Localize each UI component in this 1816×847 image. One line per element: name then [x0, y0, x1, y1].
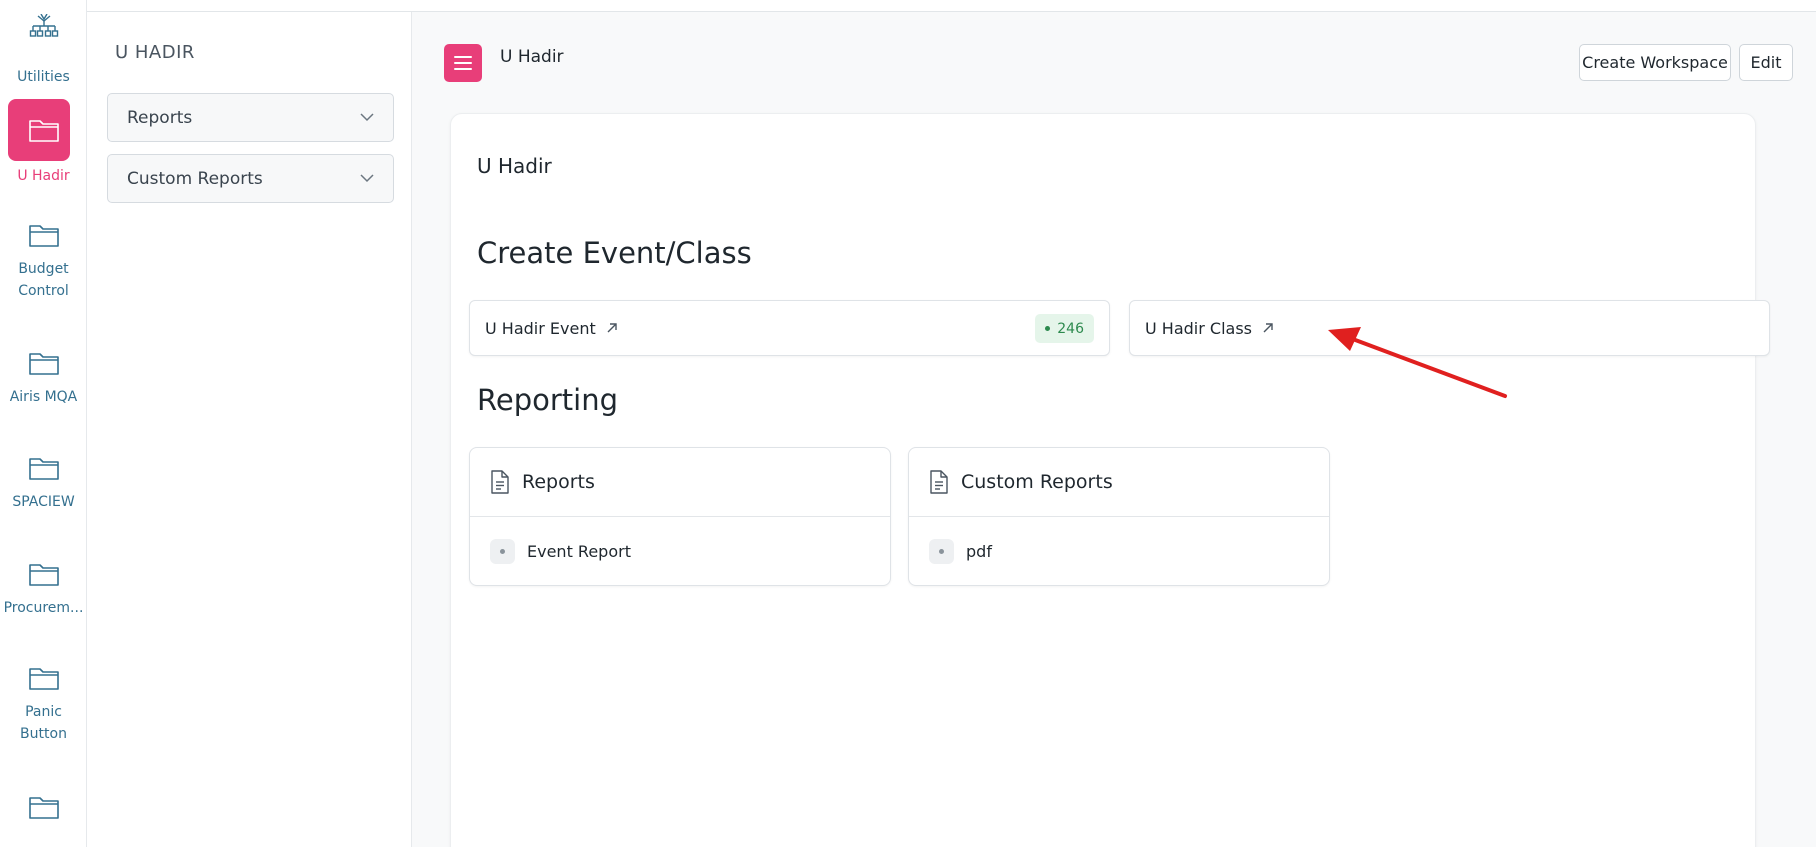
folder-icon: [28, 797, 59, 819]
bullet-icon: [929, 538, 954, 564]
rail-label: Panic Button: [20, 704, 67, 742]
card-header: Custom Reports: [909, 448, 1329, 517]
shortcuts-heading: Create Event/Class: [477, 236, 752, 270]
folder-icon: [28, 120, 59, 142]
card-custom-reports: Custom Reports pdf: [908, 447, 1330, 586]
rail-item-airis-mqa[interactable]: Airis MQA: [0, 350, 86, 408]
shortcut-u-hadir-event[interactable]: U Hadir Event 246: [469, 300, 1110, 356]
rail-label: SPACIEW: [12, 494, 75, 510]
card-header: Reports: [470, 448, 890, 517]
hamburger-icon: [454, 56, 472, 70]
link-pdf[interactable]: pdf: [909, 517, 1329, 585]
main-area: U Hadir Create Workspace Edit U Hadir Cr…: [412, 12, 1816, 847]
rail-item-panic-button[interactable]: Panic Button: [0, 665, 86, 745]
chevron-down-icon: [360, 174, 374, 183]
folder-icon: [28, 668, 59, 690]
rail-item-budget-control[interactable]: Budget Control: [0, 222, 86, 302]
rail-item-u-hadir[interactable]: U Hadir: [0, 117, 86, 187]
workspace-panel: U Hadir Create Event/Class U Hadir Event…: [450, 113, 1770, 847]
count-badge: 246: [1035, 314, 1094, 343]
rail-item-more[interactable]: [0, 794, 86, 820]
reporting-heading: Reporting: [477, 383, 618, 417]
shortcut-label: U Hadir Class: [1145, 318, 1252, 338]
shortcut-label: U Hadir Event: [485, 318, 596, 338]
arrow-up-right-icon: [1263, 323, 1273, 333]
bullet-icon: [490, 538, 515, 564]
link-event-report[interactable]: Event Report: [470, 517, 890, 585]
breadcrumb[interactable]: U Hadir: [500, 47, 564, 67]
folder-icon: [28, 225, 59, 247]
card-title: Reports: [522, 471, 595, 493]
folder-icon: [28, 564, 59, 586]
rail-item-procurement[interactable]: Procurem...: [0, 561, 86, 619]
arrow-up-right-icon: [607, 323, 617, 333]
shortcut-u-hadir-class[interactable]: U Hadir Class: [1129, 300, 1770, 356]
sitemap-icon: [29, 14, 58, 37]
page-title: U Hadir: [477, 154, 552, 178]
rail-label: Budget Control: [18, 261, 69, 299]
link-label: Event Report: [527, 541, 631, 561]
card-reports: Reports Event Report: [469, 447, 891, 586]
dropdown-label: Custom Reports: [127, 168, 263, 189]
menu-toggle-button[interactable]: [444, 44, 482, 82]
document-icon: [491, 470, 509, 494]
rail-label: Procurem...: [3, 600, 84, 616]
workspace-sidebar: U HADIR Reports Custom Reports: [87, 12, 412, 847]
create-workspace-button[interactable]: Create Workspace: [1579, 44, 1731, 81]
sidebar-dropdown-reports[interactable]: Reports: [107, 93, 394, 142]
rail-label: Utilities: [17, 69, 70, 85]
sidebar-title: U HADIR: [115, 42, 195, 63]
edit-button[interactable]: Edit: [1739, 44, 1793, 81]
chevron-down-icon: [360, 113, 374, 122]
dropdown-label: Reports: [127, 107, 193, 128]
card-title: Custom Reports: [961, 471, 1113, 493]
sidebar-dropdown-custom-reports[interactable]: Custom Reports: [107, 154, 394, 203]
link-label: pdf: [966, 541, 992, 561]
count-value: 246: [1057, 320, 1084, 337]
rail-item-utilities[interactable]: Utilities: [0, 14, 86, 88]
rail-label: U Hadir: [17, 168, 70, 184]
rail-item-spaciew[interactable]: SPACIEW: [0, 455, 86, 513]
status-dot: [1045, 326, 1051, 331]
document-icon: [930, 470, 948, 494]
folder-icon: [28, 458, 59, 480]
rail-label: Airis MQA: [9, 389, 78, 405]
folder-icon: [28, 353, 59, 375]
icon-rail: Utilities U Hadir Budget Control Airis M…: [0, 0, 87, 847]
